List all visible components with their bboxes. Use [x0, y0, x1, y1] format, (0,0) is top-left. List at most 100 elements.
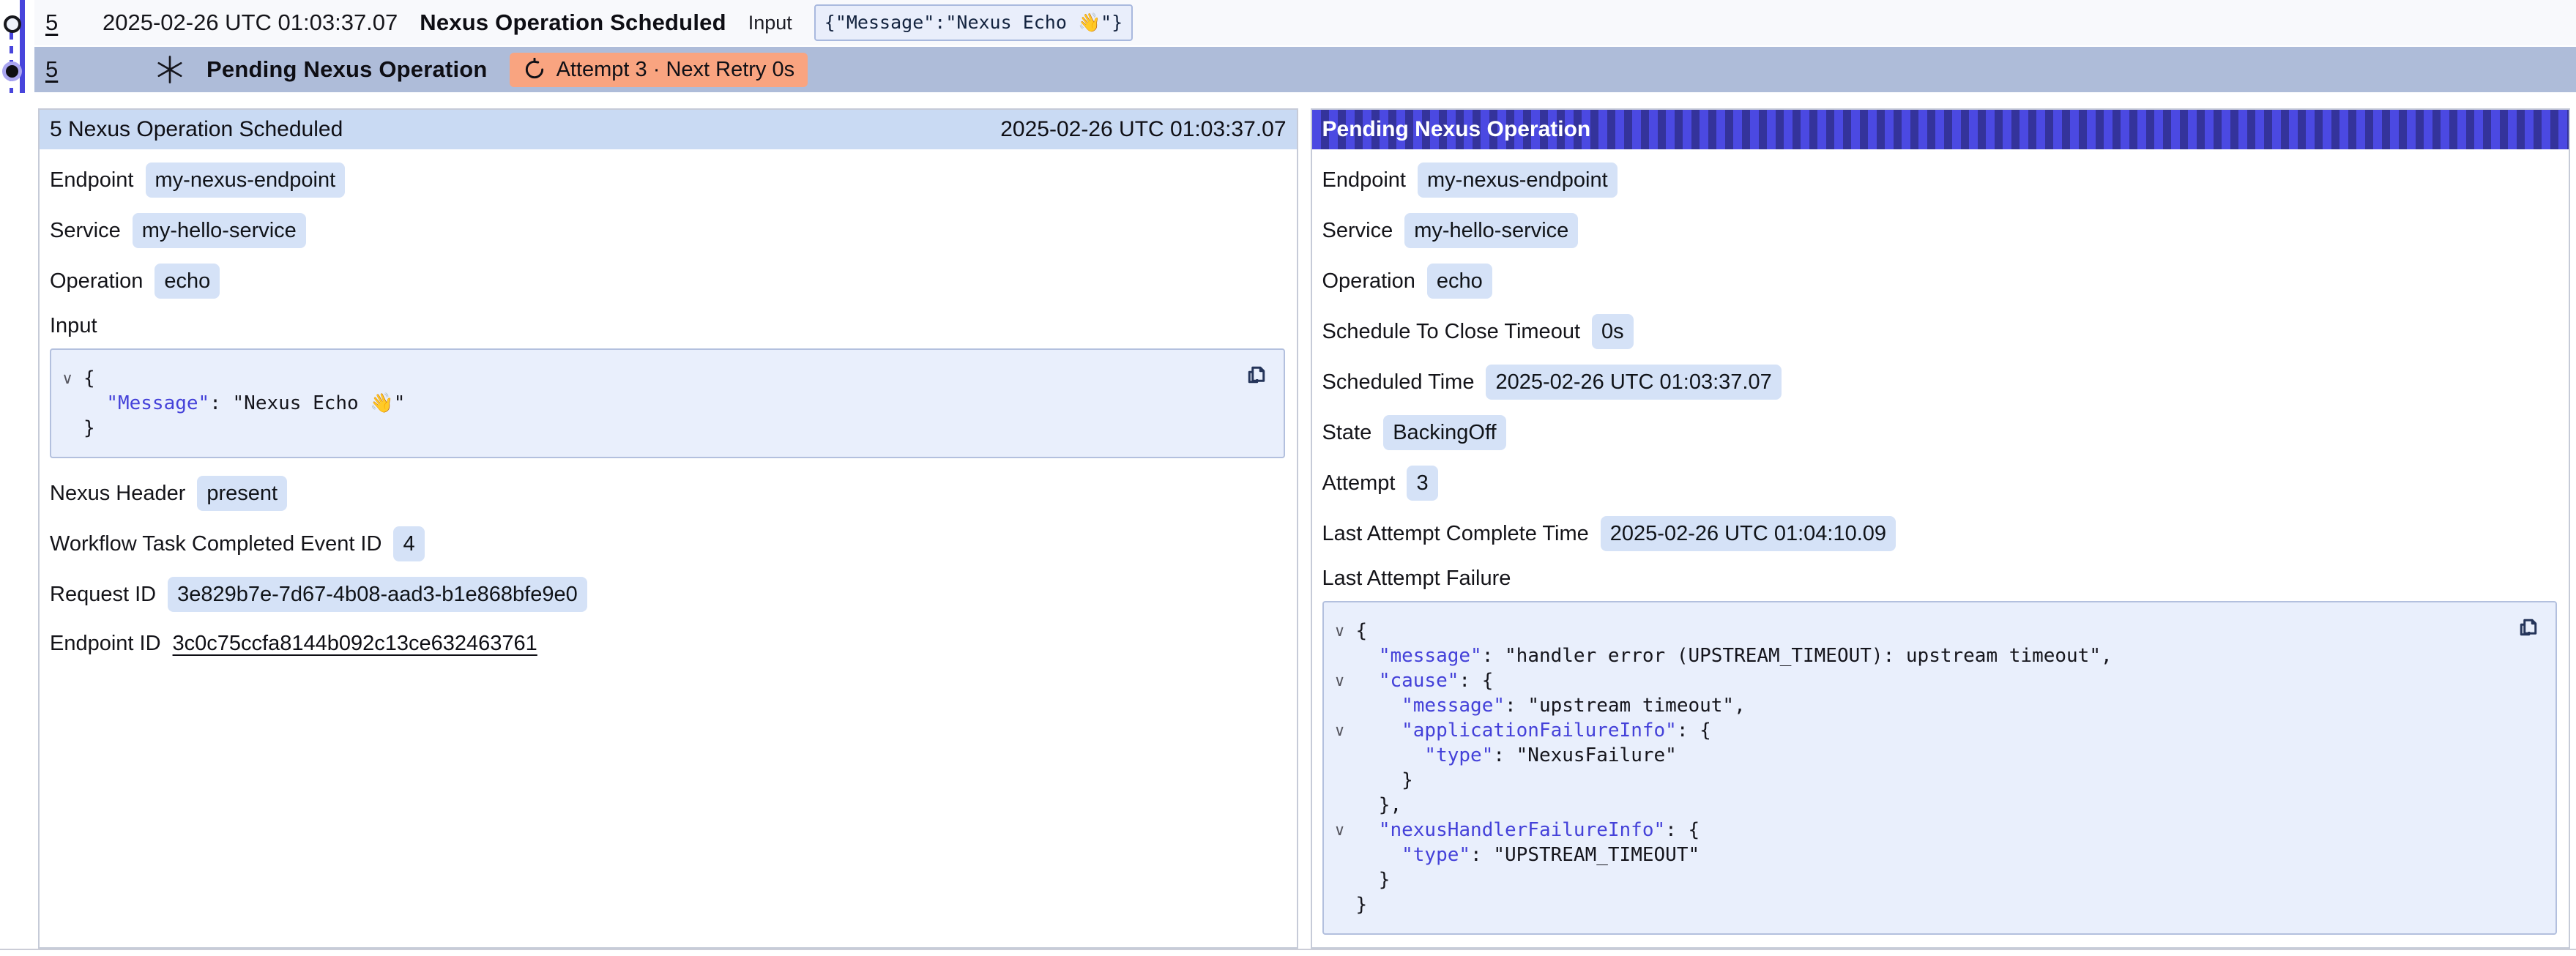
field-state: State BackingOff [1322, 415, 2558, 450]
code-gutter [1324, 793, 1356, 818]
field-value-badge: echo [1427, 264, 1492, 299]
workflow-history-screen: 5 2025-02-26 UTC 01:03:37.07 Nexus Opera… [0, 0, 2576, 956]
event-title: Nexus Operation Scheduled [420, 10, 726, 36]
collapse-chevron-icon[interactable]: ∨ [51, 366, 83, 391]
code-gutter [1324, 743, 1356, 768]
field-value-badge: present [197, 476, 287, 511]
nexus-operation-scheduled-panel: 5 Nexus Operation Scheduled 2025-02-26 U… [38, 108, 1298, 949]
event-node-filled-icon[interactable] [6, 65, 18, 78]
endpoint-id-link[interactable]: 3c0c75ccfa8144b092c13ce632463761 [173, 632, 537, 656]
field-service: Service my-hello-service [1322, 213, 2558, 248]
event-rows: 5 2025-02-26 UTC 01:03:37.07 Nexus Opera… [34, 0, 2576, 92]
timeline-dashed-line [10, 32, 13, 93]
event-title: Pending Nexus Operation [206, 56, 488, 83]
code-line: ∨{ [1324, 619, 2512, 643]
collapse-chevron-icon[interactable]: ∨ [1324, 718, 1356, 743]
code-line: } [1324, 892, 2512, 917]
field-value-badge: 4 [393, 526, 424, 561]
field-value-badge: BackingOff [1383, 415, 1505, 450]
field-value-badge: 0s [1592, 314, 1634, 349]
event-row-pending-nexus-operation[interactable]: 5 Pending Nexus Operation Attempt 3 · Ne… [34, 47, 2576, 92]
code-line: "message": "upstream timeout", [1324, 693, 2512, 718]
field-last-attempt-complete-time: Last Attempt Complete Time 2025-02-26 UT… [1322, 516, 2558, 551]
event-node-open-icon[interactable] [4, 15, 21, 33]
field-operation: Operation echo [50, 264, 1285, 299]
event-input-preview-chip: {"Message":"Nexus Echo 👋"} [814, 4, 1133, 41]
copy-icon [2515, 614, 2542, 641]
field-endpoint: Endpoint my-nexus-endpoint [1322, 163, 2558, 198]
pending-asterisk-icon [155, 55, 185, 84]
code-gutter [51, 416, 83, 441]
code-line: "Message": "Nexus Echo 👋" [51, 391, 1240, 416]
field-value-badge: 2025-02-26 UTC 01:04:10.09 [1601, 516, 1896, 551]
field-value-badge: 3 [1407, 466, 1437, 501]
field-label: Endpoint [50, 168, 134, 193]
code-line: ∨ "nexusHandlerFailureInfo": { [1324, 818, 2512, 843]
code-text: "Message": "Nexus Echo 👋" [83, 391, 405, 416]
code-text: "nexusHandlerFailureInfo": { [1356, 818, 1700, 843]
left-panel-header: 5 Nexus Operation Scheduled 2025-02-26 U… [40, 110, 1297, 149]
timeline-rail [20, 0, 25, 93]
field-label: Nexus Header [50, 482, 185, 506]
pending-panel-title: Pending Nexus Operation [1322, 117, 1591, 142]
field-value-badge: echo [155, 264, 220, 299]
code-text: } [1356, 867, 1391, 892]
last-attempt-failure-json-viewer: ∨{ "message": "handler error (UPSTREAM_T… [1322, 601, 2558, 935]
collapse-chevron-icon[interactable]: ∨ [1324, 619, 1356, 643]
code-line: ∨ "cause": { [1324, 668, 2512, 693]
field-label: State [1322, 421, 1372, 445]
code-gutter [1324, 768, 1356, 793]
code-line: } [1324, 768, 2512, 793]
code-text: { [1356, 619, 1368, 643]
code-line: }, [1324, 793, 2512, 818]
retry-icon [523, 58, 546, 81]
copy-button[interactable] [1243, 362, 1270, 389]
event-input-label: Input [748, 12, 792, 34]
code-line: } [51, 416, 1240, 441]
copy-icon [1243, 362, 1270, 388]
code-line: ∨ "applicationFailureInfo": { [1324, 718, 2512, 743]
row-bottom-divider [0, 949, 2576, 950]
field-label: Schedule To Close Timeout [1322, 320, 1581, 344]
field-label: Attempt [1322, 471, 1396, 496]
field-workflow-task-completed-event-id: Workflow Task Completed Event ID 4 [50, 526, 1285, 561]
event-id-link[interactable]: 5 [45, 56, 81, 83]
code-text: } [1356, 892, 1368, 917]
code-line: } [1324, 867, 2512, 892]
field-label: Service [50, 219, 121, 243]
field-operation: Operation echo [1322, 264, 2558, 299]
last-attempt-failure-label: Last Attempt Failure [1322, 567, 2558, 591]
left-panel-timestamp: 2025-02-26 UTC 01:03:37.07 [1000, 117, 1286, 142]
pending-nexus-operation-panel: Pending Nexus Operation Endpoint my-nexu… [1311, 108, 2571, 949]
collapse-chevron-icon[interactable]: ∨ [1324, 818, 1356, 843]
field-endpoint-id: Endpoint ID 3c0c75ccfa8144b092c13ce63246… [50, 627, 1285, 660]
code-gutter [1324, 867, 1356, 892]
field-value-badge: my-hello-service [133, 213, 306, 248]
pending-panel-header: Pending Nexus Operation [1312, 110, 2569, 149]
code-line: "type": "UPSTREAM_TIMEOUT" [1324, 843, 2512, 867]
field-label: Last Attempt Complete Time [1322, 522, 1589, 546]
code-text: "cause": { [1356, 668, 1494, 693]
code-text: "applicationFailureInfo": { [1356, 718, 1711, 743]
code-gutter [1324, 693, 1356, 718]
retry-status-badge: Attempt 3 · Next Retry 0s [510, 53, 808, 87]
collapse-chevron-icon[interactable]: ∨ [1324, 668, 1356, 693]
code-text: "message": "handler error (UPSTREAM_TIME… [1356, 643, 2112, 668]
field-value-badge: 3e829b7e-7d67-4b08-aad3-b1e868bfe9e0 [168, 577, 587, 612]
field-value-badge: my-nexus-endpoint [1418, 163, 1618, 198]
code-gutter [51, 391, 83, 416]
field-label: Operation [50, 269, 143, 294]
code-text: "type": "UPSTREAM_TIMEOUT" [1356, 843, 1700, 867]
field-request-id: Request ID 3e829b7e-7d67-4b08-aad3-b1e86… [50, 577, 1285, 612]
event-detail-panels: 5 Nexus Operation Scheduled 2025-02-26 U… [38, 108, 2570, 949]
event-row-nexus-operation-scheduled[interactable]: 5 2025-02-26 UTC 01:03:37.07 Nexus Opera… [34, 0, 2576, 45]
code-text: "type": "NexusFailure" [1356, 743, 1677, 768]
field-scheduled-time: Scheduled Time 2025-02-26 UTC 01:03:37.0… [1322, 365, 2558, 400]
copy-button[interactable] [2514, 614, 2542, 642]
field-label: Service [1322, 219, 1393, 243]
event-id-link[interactable]: 5 [45, 10, 81, 36]
field-label: Endpoint ID [50, 632, 161, 656]
code-gutter [1324, 892, 1356, 917]
code-text: { [83, 366, 95, 391]
code-text: "message": "upstream timeout", [1356, 693, 1746, 718]
